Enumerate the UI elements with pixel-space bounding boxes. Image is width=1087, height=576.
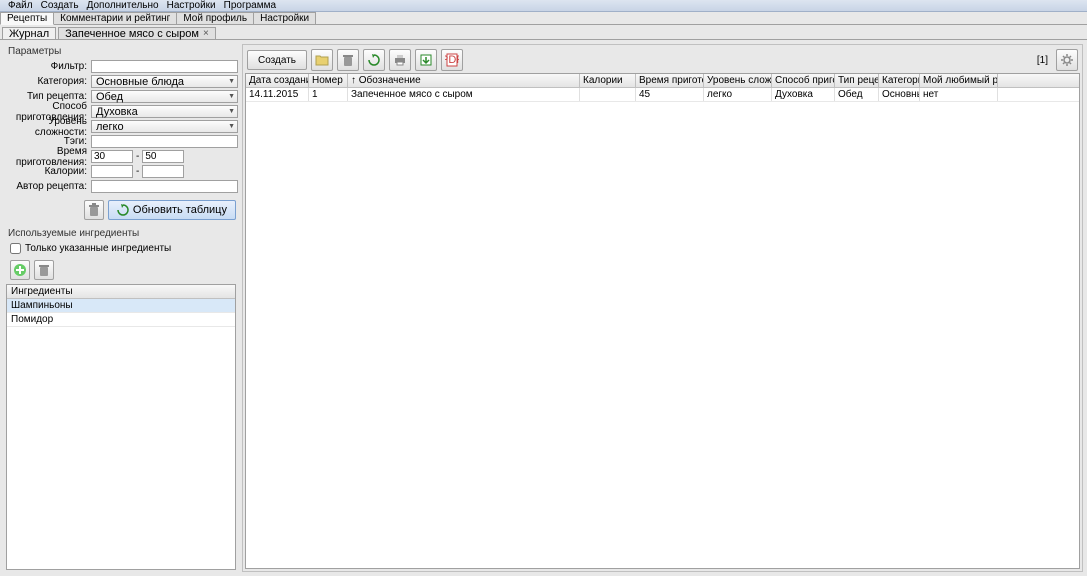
chevron-down-icon: ▼ <box>228 93 235 100</box>
delete-button[interactable] <box>337 49 359 71</box>
sub-tabs: Журнал Запеченное мясо с сыром × <box>0 25 1087 40</box>
author-label: Автор рецепта: <box>4 181 91 192</box>
col-header-favorite[interactable]: Мой любимый рецепт <box>920 74 998 87</box>
refresh-grid-button[interactable] <box>363 49 385 71</box>
cell-number: 1 <box>309 88 348 101</box>
open-button[interactable] <box>311 49 333 71</box>
data-grid: Дата создания Номер ↑ Обозначение Калори… <box>245 73 1080 569</box>
clear-button[interactable] <box>84 200 104 220</box>
trash-icon <box>87 203 101 217</box>
remove-ingredient-button[interactable] <box>34 260 54 280</box>
export-button[interactable] <box>415 49 437 71</box>
menu-file[interactable]: Файл <box>4 0 37 11</box>
only-specified-label: Только указанные ингредиенты <box>25 243 171 254</box>
col-header-time[interactable]: Время приготовле... <box>636 74 704 87</box>
trash-icon <box>341 53 355 67</box>
author-input[interactable] <box>91 180 238 193</box>
col-header-difficulty[interactable]: Уровень сложности <box>704 74 772 87</box>
cooking-method-select[interactable]: Духовка▼ <box>91 105 238 118</box>
range-separator: - <box>133 166 142 177</box>
print-button[interactable] <box>389 49 411 71</box>
params-title: Параметры <box>4 44 238 59</box>
category-select[interactable]: Основные блюда▼ <box>91 75 238 88</box>
col-header-method[interactable]: Способ приготовл... <box>772 74 835 87</box>
toolbar: Создать PDF [1] <box>245 47 1080 73</box>
ingredients-list: Ингредиенты Шампиньоны Помидор <box>6 284 236 570</box>
col-header-date[interactable]: Дата создания <box>246 74 309 87</box>
print-icon <box>393 53 407 67</box>
cal-from-input[interactable] <box>91 165 133 178</box>
menu-additional[interactable]: Дополнительно <box>83 0 163 11</box>
recipe-type-select[interactable]: Обед▼ <box>91 90 238 103</box>
plus-icon <box>13 263 27 277</box>
cell-type: Обед <box>835 88 879 101</box>
cell-method: Духовка <box>772 88 835 101</box>
refresh-icon <box>367 53 381 67</box>
difficulty-select[interactable]: легко▼ <box>91 120 238 133</box>
col-header-calories[interactable]: Калории <box>580 74 636 87</box>
filter-label: Фильтр: <box>4 61 91 72</box>
right-panel: Создать PDF [1] Дата создания Номер ↑ Об… <box>242 44 1083 572</box>
folder-icon <box>315 53 329 67</box>
trash-icon <box>37 263 51 277</box>
time-to-input[interactable] <box>142 150 184 163</box>
tab-comments[interactable]: Комментарии и рейтинг <box>53 12 177 24</box>
gear-icon <box>1060 53 1074 67</box>
cell-time: 45 <box>636 88 704 101</box>
menubar: Файл Создать Дополнительно Настройки Про… <box>0 0 1087 12</box>
tab-settings[interactable]: Настройки <box>253 12 316 24</box>
col-header-category[interactable]: Категория <box>879 74 920 87</box>
settings-grid-button[interactable] <box>1056 49 1078 71</box>
range-separator: - <box>133 151 142 162</box>
page-info: [1] <box>1037 55 1052 66</box>
tab-recipes[interactable]: Рецепты <box>0 12 54 25</box>
create-button[interactable]: Создать <box>247 50 307 70</box>
col-header-type[interactable]: Тип рецепта <box>835 74 879 87</box>
chevron-down-icon: ▼ <box>228 123 235 130</box>
export-icon <box>419 53 433 67</box>
only-specified-checkbox[interactable] <box>10 243 21 254</box>
cal-to-input[interactable] <box>142 165 184 178</box>
ingredient-row[interactable]: Шампиньоны <box>7 299 235 313</box>
ingredients-header[interactable]: Ингредиенты <box>7 285 235 299</box>
menu-settings[interactable]: Настройки <box>163 0 220 11</box>
cell-calories <box>580 88 636 101</box>
ingredients-title: Используемые ингредиенты <box>4 226 238 241</box>
refresh-button[interactable]: Обновить таблицу <box>108 200 236 220</box>
cell-name: Запеченное мясо с сыром <box>348 88 580 101</box>
cell-difficulty: легко <box>704 88 772 101</box>
filter-input[interactable] <box>91 60 238 73</box>
cell-favorite: нет <box>920 88 998 101</box>
col-header-number[interactable]: Номер <box>309 74 348 87</box>
add-ingredient-button[interactable] <box>10 260 30 280</box>
refresh-icon <box>117 204 129 216</box>
tags-input[interactable] <box>91 135 238 148</box>
ingredient-row[interactable]: Помидор <box>7 313 235 327</box>
tab-profile[interactable]: Мой профиль <box>176 12 254 24</box>
cell-category: Основны... <box>879 88 920 101</box>
menu-program[interactable]: Программа <box>220 0 280 11</box>
pdf-icon: PDF <box>445 53 459 67</box>
menu-create[interactable]: Создать <box>37 0 83 11</box>
svg-text:PDF: PDF <box>445 54 459 66</box>
chevron-down-icon: ▼ <box>228 78 235 85</box>
close-icon[interactable]: × <box>203 28 209 39</box>
grid-header: Дата создания Номер ↑ Обозначение Калори… <box>246 74 1079 88</box>
calories-label: Калории: <box>4 166 91 177</box>
left-panel: Параметры Фильтр: Категория: Основные бл… <box>4 44 238 572</box>
cell-date: 14.11.2015 <box>246 88 309 101</box>
subtab-recipe[interactable]: Запеченное мясо с сыром × <box>58 27 216 39</box>
col-header-name[interactable]: ↑ Обозначение <box>348 74 580 87</box>
time-from-input[interactable] <box>91 150 133 163</box>
table-row[interactable]: 14.11.2015 1 Запеченное мясо с сыром 45 … <box>246 88 1079 102</box>
subtab-journal[interactable]: Журнал <box>2 27 56 39</box>
pdf-button[interactable]: PDF <box>441 49 463 71</box>
category-label: Категория: <box>4 76 91 87</box>
main-tabs: Рецепты Комментарии и рейтинг Мой профил… <box>0 12 1087 25</box>
chevron-down-icon: ▼ <box>228 108 235 115</box>
